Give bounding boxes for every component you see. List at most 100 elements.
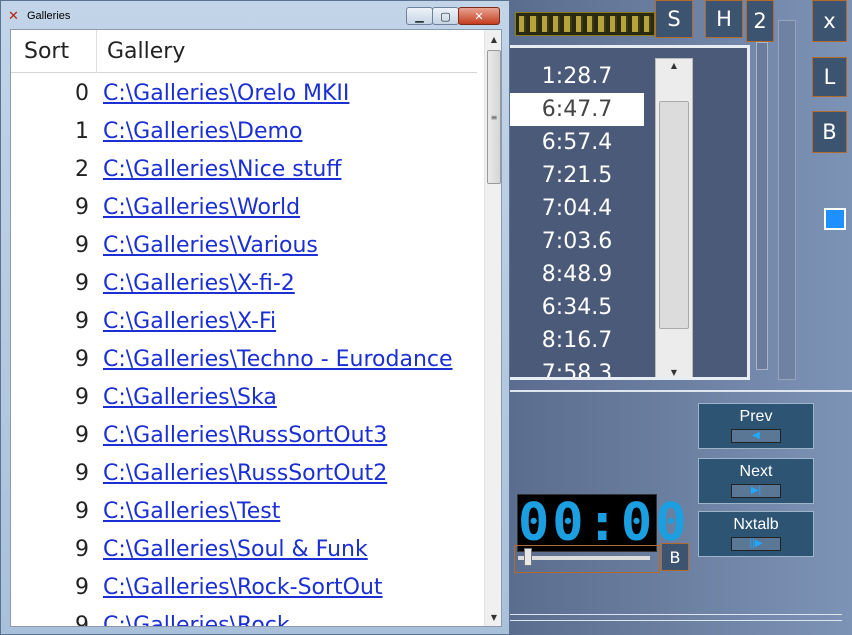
gallery-link[interactable]: C:\Galleries\Nice stuff [91,157,341,182]
next-icon: ▶| [731,484,781,498]
gallery-link[interactable]: C:\Galleries\Various [91,233,318,258]
prev-label: Prev [739,408,773,425]
gallery-link[interactable]: C:\Galleries\World [91,195,300,220]
gallery-link[interactable]: C:\Galleries\Techno - Eurodance [91,347,453,372]
level-meter [515,12,655,36]
vertical-track [778,20,796,380]
sort-value: 0 [75,80,89,106]
app-icon: ✕ [8,9,19,24]
scroll-up-icon[interactable]: ▲ [656,61,692,70]
list-header: Sort Gallery [11,30,477,73]
time-item[interactable]: 8:48.9 [510,258,644,291]
list-item[interactable]: 9 C:\Galleries\RussSortOut3 [11,416,477,454]
sort-value: 9 [75,384,89,410]
divider [510,620,842,621]
seek-slider-track[interactable] [518,556,650,560]
b-button[interactable]: B [812,111,847,153]
time-item[interactable]: 6:57.4 [510,126,644,159]
galleries-list: Sort Gallery 0 C:\Galleries\Orelo MKII 1 C:… [10,29,502,627]
two-button[interactable]: 2 [746,0,774,42]
next-label: Next [739,463,773,480]
window-title: Galleries [27,10,71,22]
scroll-down-icon[interactable]: ▼ [656,368,692,377]
gallery-link[interactable]: C:\Galleries\RussSortOut3 [91,423,387,448]
maximize-icon[interactable]: ▢ [432,7,459,25]
list-scroll-thumb[interactable]: ≡ [487,50,501,184]
status-indicator[interactable] [824,208,846,230]
track-times-list[interactable]: 1:28.7 6:47.7 6:57.4 7:21.5 7:04.4 7:03.6 8:48… [510,45,750,380]
b-small-button[interactable]: B [661,543,689,571]
scroll-down-icon[interactable]: ▼ [485,609,501,626]
scroll-up-icon[interactable]: ▲ [485,31,501,48]
sort-value: 9 [75,498,89,524]
prev-icon: ◀ [731,429,781,443]
list-item[interactable]: 9 C:\Galleries\Test [11,492,477,530]
h-button[interactable]: H [705,0,743,38]
list-rows: 0 C:\Galleries\Orelo MKII 1 C:\Galleries\De… [11,74,477,627]
minimize-icon[interactable]: ▁ [406,7,433,25]
sort-value: 1 [75,118,89,144]
list-item[interactable]: 9 C:\Galleries\Techno - Eurodance [11,340,477,378]
gallery-link[interactable]: C:\Galleries\Demo [91,119,302,144]
gallery-link[interactable]: C:\Galleries\RussSortOut2 [91,461,387,486]
prev-button[interactable]: Prev ◀ [698,403,814,449]
title-bar[interactable]: ✕ Galleries ▁ ▢ ✕ [1,1,509,29]
list-item[interactable]: 0 C:\Galleries\Orelo MKII [11,74,477,112]
caption-buttons: ▁ ▢ ✕ [406,7,500,25]
time-item[interactable]: 6:34.5 [510,291,644,324]
next-album-button[interactable]: Nxtalb ||▶ [698,511,814,557]
time-item[interactable]: 1:28.7 [510,60,644,93]
time-item[interactable]: 7:58.3 [510,357,644,377]
close-icon[interactable]: ✕ [458,7,500,25]
times-scroll-thumb[interactable] [659,101,689,329]
list-item[interactable]: 9 C:\Galleries\Rock-SortOut [11,568,477,606]
l-button[interactable]: L [812,57,847,97]
list-item[interactable]: 9 C:\Galleries\Ska [11,378,477,416]
galleries-window: ✕ Galleries ▁ ▢ ✕ Sort Gallery 0 C:\Galle… [0,0,510,635]
s-button[interactable]: S [655,0,693,38]
next-button[interactable]: Next ▶| [698,458,814,504]
list-item[interactable]: 9 C:\Galleries\X-Fi [11,302,477,340]
time-item[interactable]: 7:04.4 [510,192,644,225]
column-header-gallery[interactable]: Gallery [97,30,185,73]
close-player-button[interactable]: x [812,0,847,42]
gallery-link[interactable]: C:\Galleries\X-fi-2 [91,271,295,296]
gallery-link[interactable]: C:\Galleries\Soul & Funk [91,537,368,562]
time-item[interactable]: 7:03.6 [510,225,644,258]
sort-value: 9 [75,574,89,600]
divider [510,390,852,392]
sort-value: 9 [75,536,89,562]
gallery-link[interactable]: C:\Galleries\X-Fi [91,309,276,334]
list-item[interactable]: 1 C:\Galleries\Demo [11,112,477,150]
sort-value: 9 [75,422,89,448]
gallery-link[interactable]: C:\Galleries\Test [91,499,280,524]
gallery-link[interactable]: C:\Galleries\Rock [91,613,290,627]
list-item[interactable]: 9 C:\Galleries\World [11,188,477,226]
gallery-link[interactable]: C:\Galleries\Rock-SortOut [91,575,383,600]
gallery-link[interactable]: C:\Galleries\Orelo MKII [91,81,349,106]
gallery-link[interactable]: C:\Galleries\Ska [91,385,277,410]
sort-value: 9 [75,194,89,220]
volume-slider[interactable] [756,42,768,370]
nxtalb-label: Nxtalb [733,516,779,533]
time-item[interactable]: 6:47.7 [510,93,644,126]
time-item[interactable]: 7:21.5 [510,159,644,192]
sort-value: 2 [75,156,89,182]
column-header-sort[interactable]: Sort [11,30,97,73]
time-item[interactable]: 8:16.7 [510,324,644,357]
list-item[interactable]: 9 C:\Galleries\Rock [11,606,477,627]
times-scrollbar[interactable]: ▲ ▼ [655,58,693,377]
list-item[interactable]: 9 C:\Galleries\RussSortOut2 [11,454,477,492]
list-item[interactable]: 2 C:\Galleries\Nice stuff [11,150,477,188]
sort-value: 9 [75,232,89,258]
seek-slider-thumb[interactable] [524,548,532,566]
list-item[interactable]: 9 C:\Galleries\Various [11,226,477,264]
sort-value: 9 [75,308,89,334]
list-item[interactable]: 9 C:\Galleries\X-fi-2 [11,264,477,302]
divider [510,614,842,615]
sort-value: 9 [75,270,89,296]
list-scrollbar[interactable]: ▲ ≡ ▼ [484,30,501,626]
time-display: 00:00 [517,493,690,553]
list-item[interactable]: 9 C:\Galleries\Soul & Funk [11,530,477,568]
sort-value: 9 [75,460,89,486]
